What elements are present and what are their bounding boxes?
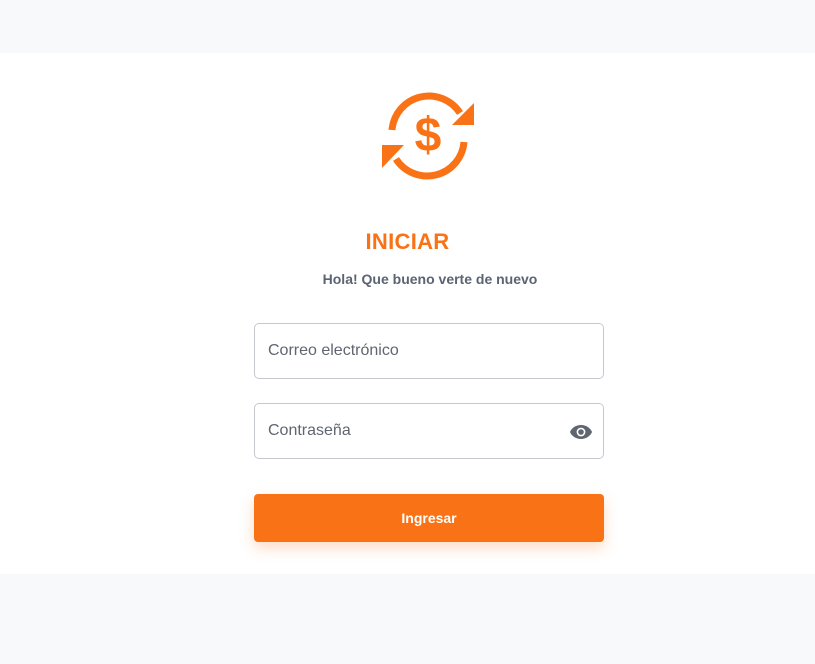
email-field[interactable] [254, 323, 604, 379]
login-submit-button[interactable]: Ingresar [254, 494, 604, 542]
svg-text:$: $ [415, 109, 442, 162]
email-input[interactable] [255, 324, 603, 378]
password-input[interactable] [255, 404, 603, 458]
login-card: $ INICIAR Hola! Que bueno verte de nuevo… [0, 53, 815, 574]
welcome-subtitle: Hola! Que bueno verte de nuevo [322, 271, 538, 287]
dollar-exchange-icon: $ [380, 88, 478, 184]
password-field[interactable] [254, 403, 604, 459]
page-title: INICIAR [365, 229, 450, 254]
eye-icon[interactable] [569, 420, 593, 444]
